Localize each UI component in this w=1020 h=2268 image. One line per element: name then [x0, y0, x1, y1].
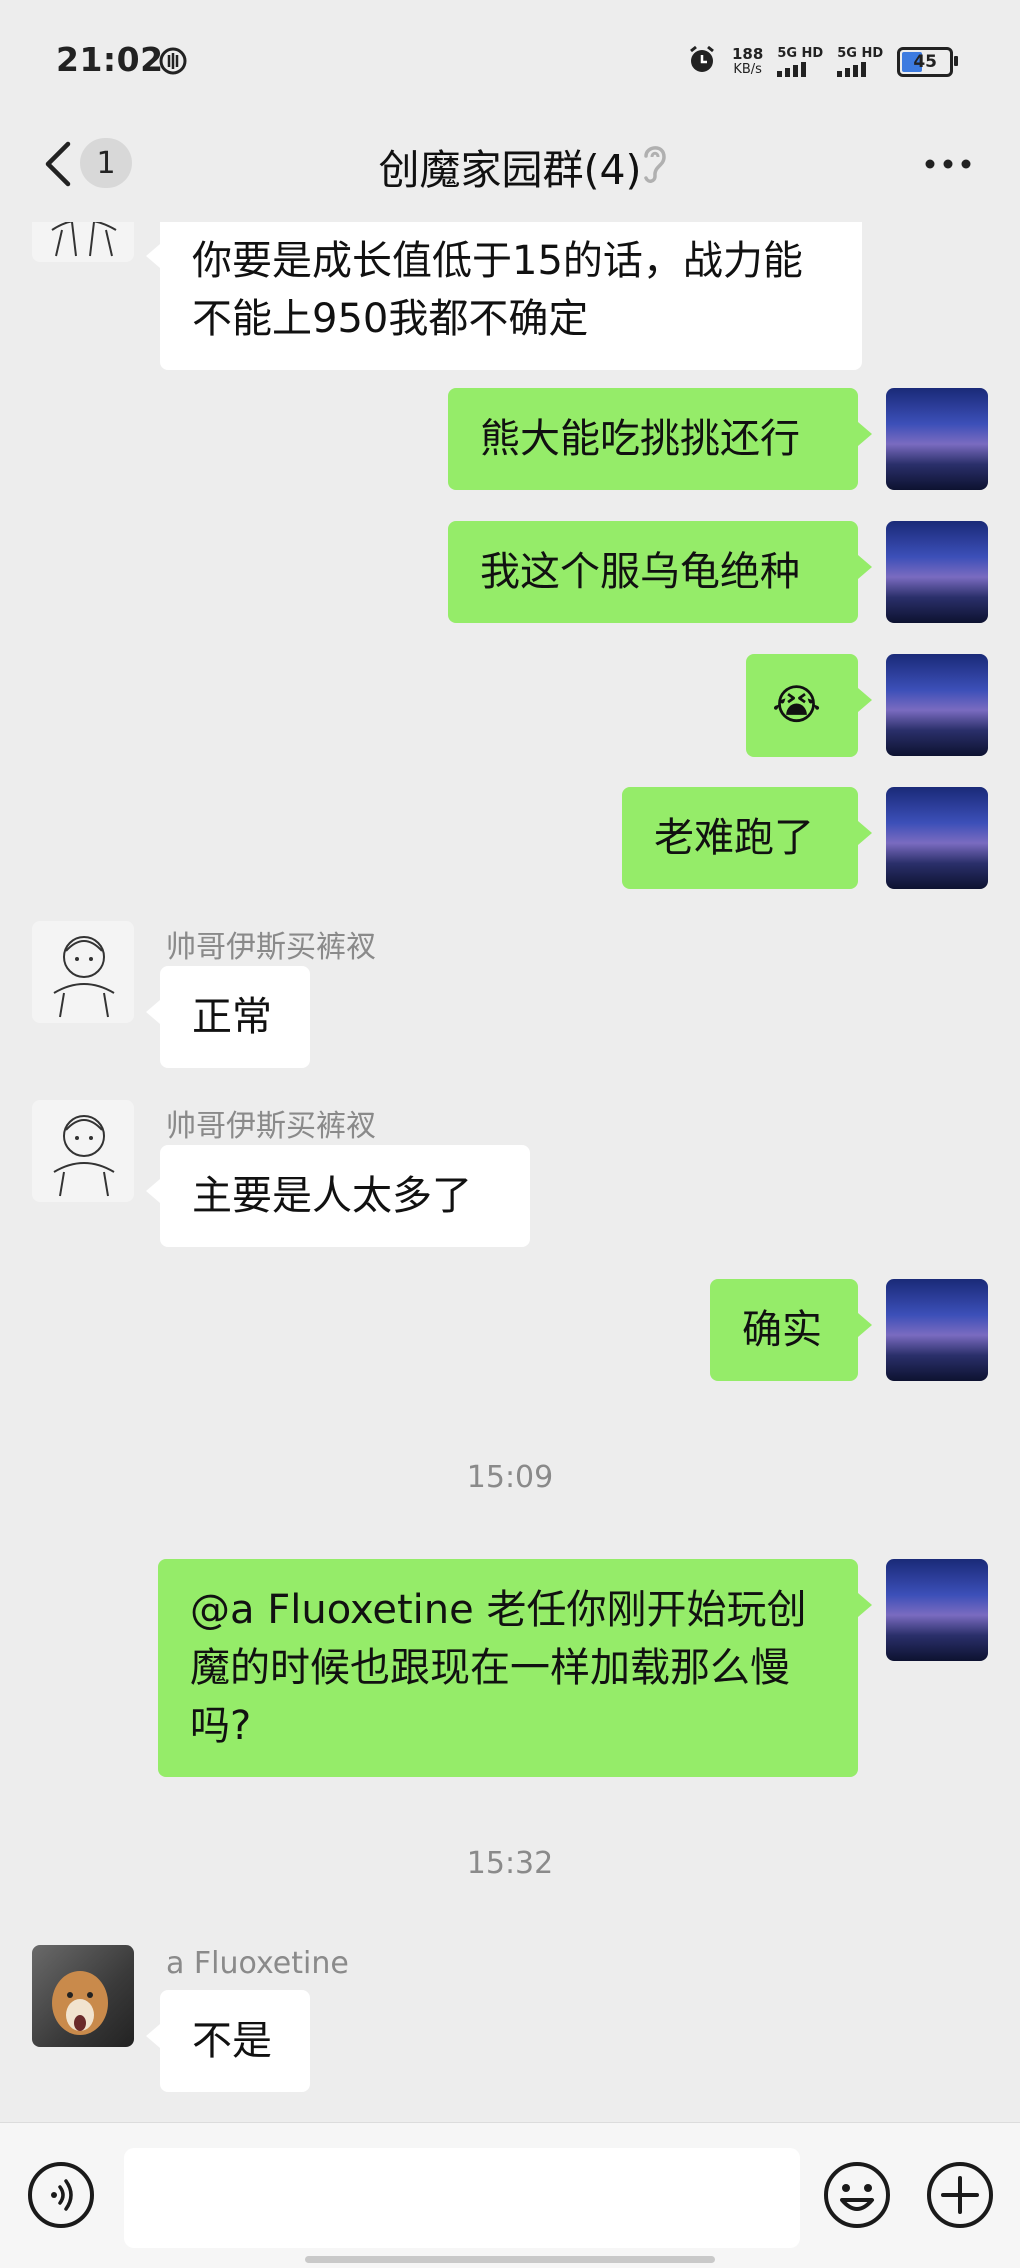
message-bubble-incoming[interactable]: 正常: [146, 966, 310, 1068]
message-bubble-incoming[interactable]: 不是: [146, 1990, 310, 2092]
status-icons: 188 KB/s 5G HD 5G HD 45: [686, 40, 959, 84]
chat-title: 创魔家园群(4): [378, 146, 642, 194]
unread-count-badge[interactable]: 1: [80, 138, 132, 188]
avatar[interactable]: [32, 222, 134, 262]
message-input[interactable]: [124, 2148, 800, 2248]
hearing-mode-icon: [640, 140, 670, 188]
message-bubble-outgoing[interactable]: 😭: [746, 654, 872, 757]
avatar[interactable]: [886, 521, 988, 623]
avatar[interactable]: [32, 921, 134, 1023]
back-button[interactable]: [38, 138, 78, 190]
sim1-signal: 5G HD: [777, 47, 823, 77]
avatar[interactable]: [32, 1945, 134, 2047]
message-bubble-incoming[interactable]: 主要是人太多了: [146, 1145, 530, 1247]
emoji-icon: [824, 2162, 890, 2228]
avatar[interactable]: [886, 1559, 988, 1661]
avatar[interactable]: [886, 1279, 988, 1381]
home-indicator[interactable]: [305, 2256, 715, 2263]
message-bubble-outgoing[interactable]: 熊大能吃挑挑还行: [448, 388, 872, 490]
back-chevron-icon: [45, 141, 71, 187]
sender-name: a Fluoxetine: [166, 1946, 349, 1981]
sender-name: 帅哥伊斯买裤衩: [166, 930, 376, 965]
emoji-button[interactable]: [822, 2160, 892, 2230]
more-button[interactable]: [920, 152, 976, 176]
voice-icon: [51, 2179, 73, 2211]
data-saver-icon: [158, 46, 188, 80]
avatar[interactable]: [32, 1100, 134, 1202]
avatar[interactable]: [886, 787, 988, 889]
status-time: 21:02: [56, 40, 164, 79]
message-bubble-outgoing[interactable]: 确实: [710, 1279, 872, 1381]
voice-button[interactable]: [28, 2162, 94, 2228]
sim2-signal: 5G HD: [837, 47, 883, 77]
message-bubble-outgoing[interactable]: 老难跑了: [622, 787, 872, 889]
network-speed: 188 KB/s: [732, 45, 764, 77]
battery-indicator: 45: [897, 47, 959, 77]
avatar[interactable]: [886, 388, 988, 490]
plus-button[interactable]: [925, 2160, 995, 2230]
message-list[interactable]: 你要是成长值低于15的话，战力能不能上950我都不确定 熊大能吃挑挑还行 我这个…: [0, 222, 1020, 2122]
avatar[interactable]: [886, 654, 988, 756]
message-bubble-outgoing[interactable]: @a Fluoxetine 老任你刚开始玩创魔的时候也跟现在一样加载那么慢吗?: [158, 1559, 872, 1777]
message-bubble-outgoing[interactable]: 我这个服乌龟绝种: [448, 521, 872, 623]
more-icon: [925, 159, 971, 169]
sender-name: 帅哥伊斯买裤衩: [166, 1109, 376, 1144]
message-bubble-incoming[interactable]: 你要是成长值低于15的话，战力能不能上950我都不确定: [146, 222, 862, 370]
crying-emoji: 😭: [772, 680, 822, 729]
alarm-icon: [686, 44, 718, 80]
timestamp: 15:32: [466, 1846, 554, 1881]
timestamp: 15:09: [466, 1460, 554, 1495]
plus-icon: [927, 2162, 993, 2228]
